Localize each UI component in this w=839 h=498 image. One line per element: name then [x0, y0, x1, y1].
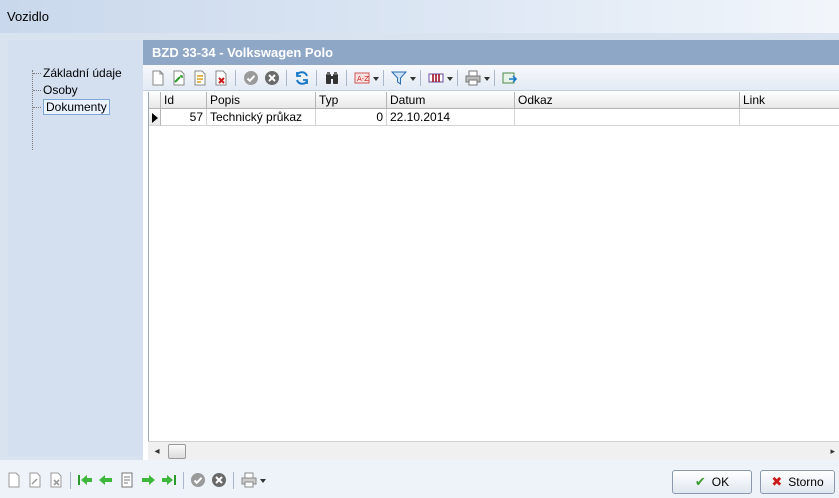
print-icon[interactable]: [463, 69, 491, 87]
copy-record-icon[interactable]: [170, 69, 188, 87]
toolbar-separator: [494, 70, 495, 86]
cell-link[interactable]: [740, 109, 839, 126]
confirm-icon[interactable]: [189, 471, 207, 489]
window-title: Vozidlo: [7, 9, 49, 24]
column-header-popis[interactable]: Popis: [207, 92, 316, 109]
refresh-icon[interactable]: [293, 69, 311, 87]
find-binoculars-icon[interactable]: [323, 69, 341, 87]
next-record-icon[interactable]: [139, 471, 157, 489]
delete-record-icon[interactable]: [212, 69, 230, 87]
documents-grid: Id Popis Typ Datum Odkaz Link 57 Technic…: [148, 92, 839, 460]
toolbar-separator: [383, 70, 384, 86]
export-icon[interactable]: [501, 69, 519, 87]
bottom-navigator: ✔ OK ✖ Storno: [0, 460, 839, 498]
scroll-left-icon[interactable]: ◂: [150, 446, 164, 458]
new-record-icon[interactable]: [149, 69, 167, 87]
previous-record-icon[interactable]: [97, 471, 115, 489]
column-header-odkaz[interactable]: Odkaz: [515, 92, 740, 109]
confirm-icon[interactable]: [242, 69, 260, 87]
toolbar-separator: [420, 70, 421, 86]
navigation-tree: Základní údaje Osoby Dokumenty: [8, 40, 143, 456]
storno-button[interactable]: ✖ Storno: [760, 470, 835, 494]
column-header-datum[interactable]: Datum: [387, 92, 515, 109]
toolbar-separator: [183, 472, 184, 489]
cancel-icon[interactable]: [210, 471, 228, 489]
current-record-icon[interactable]: [118, 471, 136, 489]
column-header-link[interactable]: Link: [740, 92, 839, 109]
grid-corner: [149, 92, 161, 109]
horizontal-scrollbar[interactable]: ◂ ▸: [148, 441, 839, 460]
cell-popis[interactable]: Technický průkaz: [207, 109, 316, 126]
tree-item-label: Dokumenty: [43, 99, 110, 115]
copy-document-icon[interactable]: [26, 471, 44, 489]
sort-az-icon[interactable]: A-Z: [352, 69, 380, 87]
filter-icon[interactable]: [389, 69, 417, 87]
toolbar-separator: [233, 472, 234, 489]
chevron-down-icon: [260, 479, 266, 483]
columns-icon[interactable]: [426, 69, 454, 87]
tree-item-label: Osoby: [43, 83, 78, 97]
print-icon[interactable]: [239, 471, 267, 489]
panel-header: BZD 33-34 - Volkswagen Polo: [143, 40, 839, 65]
cell-datum[interactable]: 22.10.2014: [387, 109, 515, 126]
close-icon: ✖: [771, 474, 783, 489]
checkmark-icon: ✔: [694, 474, 706, 489]
toolbar-separator: [316, 70, 317, 86]
last-record-icon[interactable]: [160, 471, 178, 489]
svg-text:A-Z: A-Z: [357, 75, 369, 83]
documents-panel: BZD 33-34 - Volkswagen Polo A-Z Id Popis…: [143, 40, 839, 460]
first-record-icon[interactable]: [76, 471, 94, 489]
toolbar-separator: [286, 70, 287, 86]
tree-item-dokumenty[interactable]: Dokumenty: [33, 99, 113, 116]
column-header-typ[interactable]: Typ: [316, 92, 387, 109]
current-row-arrow-icon: [152, 113, 158, 123]
toolbar-separator: [70, 472, 71, 489]
delete-document-icon[interactable]: [47, 471, 65, 489]
new-document-icon[interactable]: [5, 471, 23, 489]
edit-record-icon[interactable]: [191, 69, 209, 87]
tree-item-label: Základní údaje: [43, 66, 122, 80]
cell-odkaz[interactable]: [515, 109, 740, 126]
toolbar-separator: [457, 70, 458, 86]
cell-id[interactable]: 57: [161, 109, 207, 126]
toolbar-separator: [346, 70, 347, 86]
tree-item-osoby[interactable]: Osoby: [33, 83, 81, 99]
cell-typ[interactable]: 0: [316, 109, 387, 126]
cancel-icon[interactable]: [263, 69, 281, 87]
grid-toolbar: A-Z: [143, 65, 839, 91]
toolbar-separator: [235, 70, 236, 86]
scroll-right-icon[interactable]: ▸: [830, 446, 835, 457]
ok-button-label: OK: [711, 475, 730, 489]
panel-title: BZD 33-34 - Volkswagen Polo: [152, 45, 334, 60]
tree-item-zakladni-udaje[interactable]: Základní údaje: [33, 66, 125, 82]
storno-button-label: Storno: [788, 475, 824, 489]
column-header-id[interactable]: Id: [161, 92, 207, 109]
ok-button[interactable]: ✔ OK: [672, 470, 752, 494]
scrollbar-thumb[interactable]: [168, 444, 186, 459]
title-bar: Vozidlo: [0, 0, 839, 33]
